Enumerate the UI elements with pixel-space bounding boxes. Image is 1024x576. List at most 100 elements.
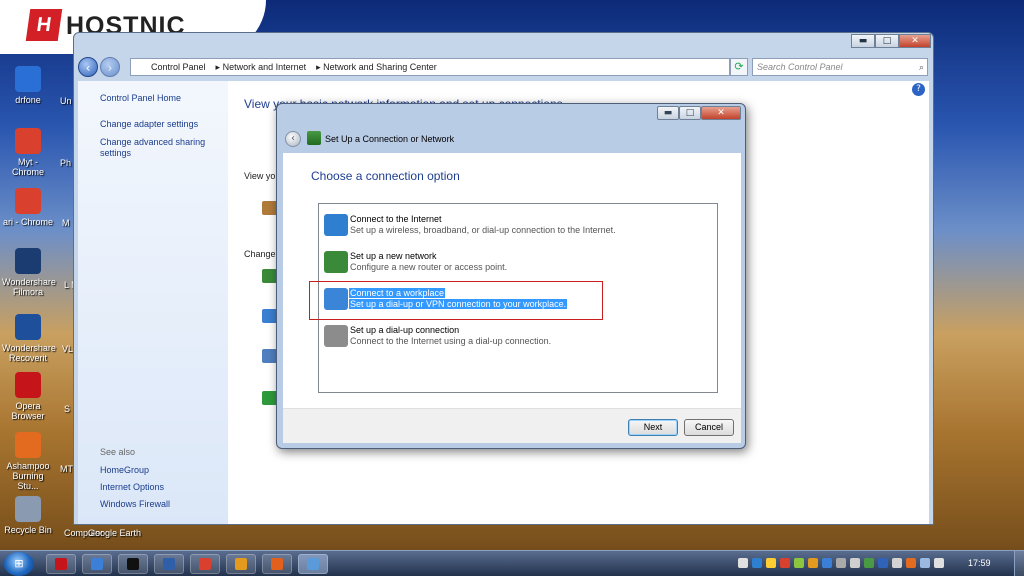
- forward-button[interactable]: ›: [100, 57, 120, 77]
- option-description: Configure a new router or access point.: [350, 262, 508, 272]
- tray-icon[interactable]: [808, 558, 818, 568]
- taskbar-app-firefox[interactable]: [262, 554, 292, 574]
- dialog-back-button[interactable]: ‹: [285, 131, 301, 147]
- app-icon: [15, 248, 41, 274]
- tray-icon[interactable]: [822, 558, 832, 568]
- tray-icon[interactable]: [864, 558, 874, 568]
- selection-highlight-frame: [309, 281, 603, 320]
- address-bar[interactable]: Control Panel ▸ Network and Internet ▸ Net…: [130, 58, 730, 76]
- dialog-maximize-button[interactable]: □: [679, 106, 701, 120]
- minimize-button[interactable]: ▬: [851, 34, 875, 48]
- desktop-label-fragment: S: [64, 404, 71, 414]
- desktop-label-fragment: Ph: [60, 158, 72, 168]
- search-icon: ⌕: [918, 62, 924, 72]
- taskbar-app-chrome[interactable]: [190, 554, 220, 574]
- sidebar-link-adapter[interactable]: Change adapter settings: [100, 119, 198, 130]
- taskbar: ⊞ 17:59: [0, 550, 1024, 576]
- breadcrumb-sharing-center[interactable]: Network and Sharing Center: [323, 62, 437, 72]
- start-button[interactable]: ⊞: [4, 552, 34, 576]
- desktop-icon-label: drfone: [15, 95, 41, 105]
- cancel-button[interactable]: Cancel: [684, 419, 734, 436]
- help-icon[interactable]: ?: [912, 83, 925, 96]
- chrome-icon: [199, 558, 211, 570]
- tray-icon[interactable]: [836, 558, 846, 568]
- desktop-icon[interactable]: Myt - Chrome: [2, 128, 54, 177]
- desktop-icon-label: ari - Chrome: [2, 217, 53, 227]
- tray-icon[interactable]: [934, 558, 944, 568]
- app-icon: [15, 66, 41, 92]
- desktop-icon-label: Recycle Bin: [4, 525, 52, 535]
- desktop-label-fragment: Un: [60, 96, 72, 106]
- breadcrumb-control-panel[interactable]: Control Panel: [151, 62, 206, 72]
- back-button[interactable]: ‹: [78, 57, 98, 77]
- see-also-internet-options[interactable]: Internet Options: [100, 482, 164, 493]
- search-input[interactable]: Search Control Panel ⌕: [752, 58, 928, 76]
- show-desktop-button[interactable]: [1014, 551, 1024, 576]
- maximize-button[interactable]: □: [875, 34, 899, 48]
- dialog-content: Choose a connection option Connect to th…: [283, 153, 741, 409]
- firefox-icon: [271, 558, 283, 570]
- taskbar-app-media[interactable]: [154, 554, 184, 574]
- opera-icon: [55, 558, 67, 570]
- see-also-homegroup[interactable]: HomeGroup: [100, 465, 149, 476]
- desktop-icon[interactable]: Ashampoo Burning Stu...: [2, 432, 54, 491]
- refresh-button[interactable]: ⟳: [730, 58, 748, 76]
- dialog-close-button[interactable]: ✕: [701, 106, 741, 120]
- option-title: Set up a new network: [350, 251, 437, 261]
- explorer-icon: [91, 558, 103, 570]
- app-icon: [15, 372, 41, 398]
- taskbar-app-app[interactable]: [226, 554, 256, 574]
- tray-icon[interactable]: [906, 558, 916, 568]
- app-icon: [15, 496, 41, 522]
- desktop-icon[interactable]: drfone: [2, 66, 54, 105]
- tray-icon[interactable]: [878, 558, 888, 568]
- taskbar-clock[interactable]: 17:59: [968, 558, 991, 568]
- desktop-icon-label: Wondershare Filmora: [2, 277, 56, 297]
- option-new-network[interactable]: Set up a new network Configure a new rou…: [321, 247, 715, 281]
- taskbar-app-control-panel[interactable]: [298, 554, 328, 574]
- breadcrumb-network-internet[interactable]: Network and Internet: [223, 62, 307, 72]
- taskbar-app-opera[interactable]: [46, 554, 76, 574]
- desktop-label-fragment: MT: [60, 464, 73, 474]
- app-icon: [15, 188, 41, 214]
- desktop-icon[interactable]: Wondershare Recoverit: [2, 314, 56, 363]
- option-connect-internet[interactable]: Connect to the Internet Set up a wireles…: [321, 210, 715, 244]
- option-title: Connect to the Internet: [350, 214, 442, 224]
- taskbar-app-cmd[interactable]: [118, 554, 148, 574]
- dialog-body: Choose a connection option Connect to th…: [283, 153, 741, 443]
- tray-icon[interactable]: [794, 558, 804, 568]
- dialog-minimize-button[interactable]: ▬: [657, 106, 679, 120]
- tray-icon[interactable]: [738, 558, 748, 568]
- close-button[interactable]: ✕: [899, 34, 931, 48]
- hostnic-logo-mark: H: [25, 9, 63, 41]
- option-dialup[interactable]: Set up a dial-up connection Connect to t…: [321, 321, 715, 355]
- option-title: Set up a dial-up connection: [350, 325, 460, 335]
- see-also-label: See also: [100, 447, 136, 457]
- search-placeholder: Search Control Panel: [757, 62, 843, 72]
- app-icon: [235, 558, 247, 570]
- desktop-icon[interactable]: Wondershare Filmora: [2, 248, 56, 297]
- next-button[interactable]: Next: [628, 419, 678, 436]
- desktop-icon[interactable]: Opera Browser: [2, 372, 54, 421]
- desktop-icon-label: Opera Browser: [11, 401, 45, 421]
- tray-icon[interactable]: [850, 558, 860, 568]
- tray-icon[interactable]: [766, 558, 776, 568]
- app-icon: [15, 432, 41, 458]
- dialog-title: Set Up a Connection or Network: [325, 134, 455, 144]
- sidebar-home-link[interactable]: Control Panel Home: [100, 93, 181, 104]
- desktop-icon[interactable]: Recycle Bin: [2, 496, 54, 535]
- tray-icon[interactable]: [780, 558, 790, 568]
- option-description: Connect to the Internet using a dial-up …: [350, 336, 552, 346]
- tray-icon[interactable]: [920, 558, 930, 568]
- network-setup-icon: [307, 131, 321, 145]
- desktop-icon-label: Ashampoo Burning Stu...: [6, 461, 50, 491]
- taskbar-app-explorer[interactable]: [82, 554, 112, 574]
- desktop-icon-label: Myt - Chrome: [11, 157, 44, 177]
- desktop-label-fragment: Google Earth: [88, 528, 142, 538]
- sidebar-link-advanced-sharing[interactable]: Change advanced sharing settings: [100, 137, 218, 159]
- tray-icon[interactable]: [752, 558, 762, 568]
- setup-connection-dialog: ▬ □ ✕ ‹ Set Up a Connection or Network C…: [276, 103, 746, 449]
- see-also-windows-firewall[interactable]: Windows Firewall: [100, 499, 170, 510]
- desktop-icon[interactable]: ari - Chrome: [2, 188, 54, 227]
- tray-icon[interactable]: [892, 558, 902, 568]
